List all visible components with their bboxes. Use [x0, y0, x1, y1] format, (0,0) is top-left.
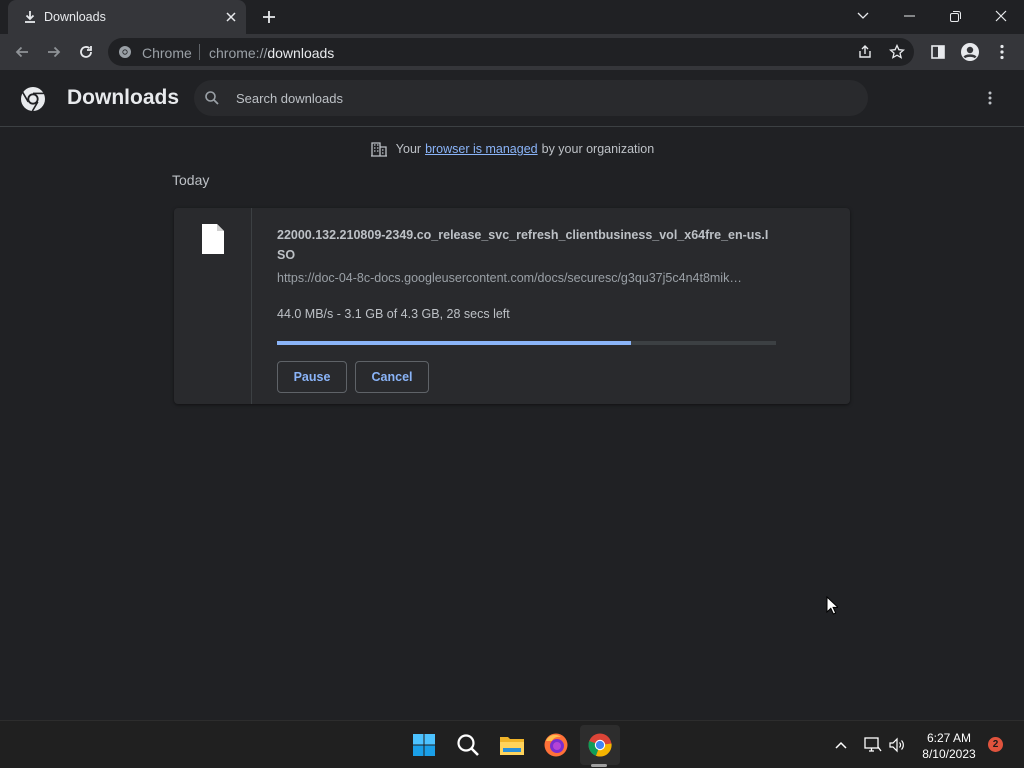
firefox-icon[interactable]: [536, 725, 576, 765]
download-icon-column: [174, 208, 252, 404]
clock-date: 8/10/2023: [922, 747, 976, 761]
mouse-cursor-icon: [826, 596, 838, 615]
address-bar[interactable]: Chrome chrome://downloads: [108, 38, 914, 66]
side-panel-icon[interactable]: [924, 38, 952, 66]
clock-time: 6:27 AM: [926, 731, 972, 745]
downloads-header: Downloads: [0, 70, 1024, 127]
url-text: chrome://downloads: [209, 45, 334, 61]
url-scheme: chrome://: [209, 45, 268, 61]
tab-search-icon[interactable]: [840, 0, 886, 32]
managed-banner: Your browser is managed by your organiza…: [0, 140, 1024, 158]
building-icon: [370, 141, 388, 157]
profile-icon[interactable]: [956, 38, 984, 66]
managed-prefix: Your: [395, 142, 422, 156]
volume-icon[interactable]: [885, 733, 909, 757]
chrome-logo-icon: [20, 86, 46, 112]
page-title: Downloads: [67, 86, 180, 109]
url-host: downloads: [267, 45, 335, 61]
pause-button[interactable]: Pause: [277, 361, 347, 393]
notification-badge[interactable]: 2: [988, 737, 1003, 752]
restore-button[interactable]: [932, 0, 978, 32]
download-progress-bar: [277, 341, 776, 345]
cancel-button[interactable]: Cancel: [355, 361, 429, 393]
taskbar-search-icon[interactable]: [448, 725, 488, 765]
taskbar: 6:27 AM 8/10/2023 2: [0, 720, 1024, 768]
search-input[interactable]: [236, 88, 836, 108]
search-box[interactable]: [194, 80, 868, 116]
start-button[interactable]: [404, 725, 444, 765]
chrome-taskbar-icon[interactable]: [580, 725, 620, 765]
browser-managed-link[interactable]: browser is managed: [425, 142, 538, 156]
reload-button[interactable]: [72, 38, 100, 66]
download-icon: [22, 9, 38, 25]
show-hidden-icons-icon[interactable]: [829, 733, 853, 757]
download-progress-fill: [277, 341, 632, 345]
download-filename[interactable]: 22000.132.210809-2349.co_release_svc_ref…: [277, 225, 775, 265]
minimize-button[interactable]: [886, 0, 932, 32]
forward-button[interactable]: [40, 38, 68, 66]
bookmark-star-icon[interactable]: [888, 43, 906, 61]
browser-toolbar: Chrome chrome://downloads: [0, 34, 1024, 70]
file-icon: [202, 224, 224, 254]
tab-title: Downloads: [44, 10, 106, 24]
date-section-header: Today: [172, 172, 210, 188]
omnibox-separator: [199, 44, 200, 60]
managed-suffix: by your organization: [541, 142, 655, 156]
omnibox-chip-label: Chrome: [142, 45, 192, 61]
download-status: 44.0 MB/s - 3.1 GB of 4.3 GB, 28 secs le…: [277, 307, 510, 321]
network-icon[interactable]: [861, 733, 885, 757]
close-window-button[interactable]: [978, 0, 1024, 32]
downloads-menu-icon[interactable]: [980, 88, 1000, 108]
chrome-icon: [118, 45, 132, 59]
active-app-indicator: [591, 764, 607, 767]
download-url[interactable]: https://doc-04-8c-docs.googleusercontent…: [277, 271, 775, 285]
search-icon: [204, 90, 220, 106]
file-explorer-icon[interactable]: [492, 725, 532, 765]
back-button[interactable]: [8, 38, 36, 66]
menu-kebab-icon[interactable]: [988, 38, 1016, 66]
share-icon[interactable]: [856, 43, 874, 61]
download-item: 22000.132.210809-2349.co_release_svc_ref…: [174, 208, 850, 404]
tab-strip: Downloads: [0, 0, 1024, 34]
taskbar-clock[interactable]: 6:27 AM 8/10/2023: [918, 730, 980, 762]
tab-downloads[interactable]: Downloads: [8, 0, 246, 34]
new-tab-button[interactable]: [258, 6, 280, 28]
tab-close-icon[interactable]: [222, 8, 240, 26]
